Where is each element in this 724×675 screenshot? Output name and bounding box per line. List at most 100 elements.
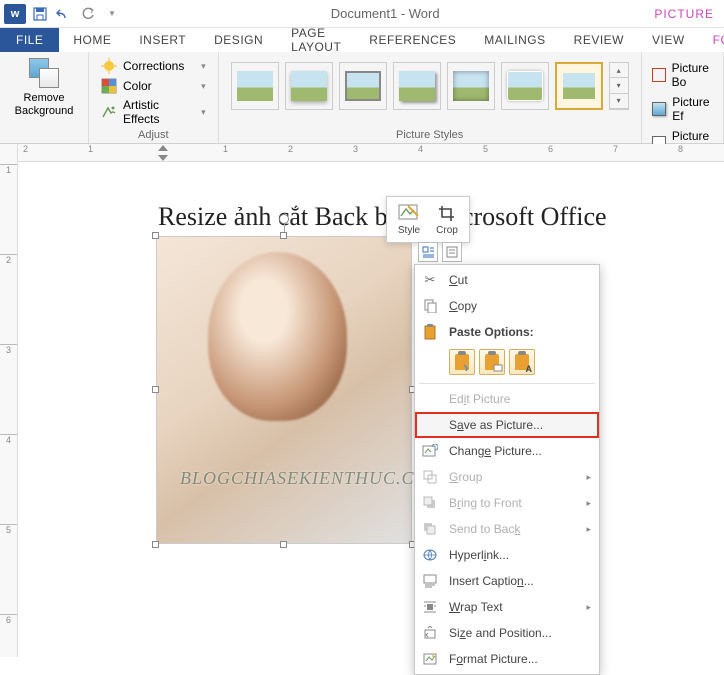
copy-icon xyxy=(421,298,439,314)
resize-handle-bl[interactable] xyxy=(152,541,159,548)
ctx-format-picture[interactable]: Format Picture... xyxy=(415,646,599,672)
paste-icon xyxy=(421,324,439,340)
mini-crop-label: Crop xyxy=(436,225,458,236)
mini-style-label: Style xyxy=(398,225,420,236)
picture-border-label: Picture Bo xyxy=(672,61,713,89)
ribbon: Remove Background Corrections ▾ Color ▾ … xyxy=(0,52,724,144)
picture-style-1[interactable] xyxy=(231,62,279,110)
picture-style-6[interactable] xyxy=(501,62,549,110)
change-picture-icon xyxy=(421,443,439,459)
dropdown-icon: ▾ xyxy=(201,81,206,92)
tab-mailings[interactable]: MAILINGS xyxy=(470,28,559,52)
remove-background-button[interactable]: Remove Background xyxy=(8,56,80,118)
picture-style-5[interactable] xyxy=(447,62,495,110)
tab-file[interactable]: FILE xyxy=(0,28,59,52)
corrections-label: Corrections xyxy=(123,59,184,73)
ctx-wrap-text[interactable]: Wrap Text ▸ xyxy=(415,594,599,620)
picture-effects-icon xyxy=(652,102,667,116)
ctx-copy[interactable]: Copy xyxy=(415,293,599,319)
resize-handle-tl[interactable] xyxy=(152,232,159,239)
bring-front-icon xyxy=(421,495,439,511)
picture-styles-more[interactable]: ▴▾▾ xyxy=(609,62,629,110)
resize-handle-l[interactable] xyxy=(152,386,159,393)
tab-home[interactable]: HOME xyxy=(59,28,125,52)
group-picture-border: Picture Bo Picture Ef Picture La xyxy=(642,52,724,143)
ctx-paste-options: Paste Options: xyxy=(415,319,599,345)
corrections-icon xyxy=(101,58,117,74)
mini-toolbar: Style Crop xyxy=(386,196,470,243)
picture-border-icon xyxy=(652,68,666,82)
paste-keep-source[interactable] xyxy=(449,349,475,375)
ctx-size-position[interactable]: Size and Position... xyxy=(415,620,599,646)
save-as-picture-icon xyxy=(421,417,439,433)
rotate-handle[interactable] xyxy=(279,214,289,224)
ctx-cut[interactable]: ✂ Cut xyxy=(415,267,599,293)
separator xyxy=(419,383,595,384)
group-remove-bg: Remove Background xyxy=(0,52,89,143)
qat-customize-icon[interactable]: ▾ xyxy=(102,4,122,24)
send-back-icon xyxy=(421,521,439,537)
context-menu: ✂ Cut Copy Paste Options: A Edit Picture… xyxy=(414,264,600,675)
paste-keep-text[interactable]: A xyxy=(509,349,535,375)
picture-border-button[interactable]: Picture Bo xyxy=(650,58,715,92)
crop-icon xyxy=(436,203,458,223)
left-margin-indicator[interactable] xyxy=(158,144,168,162)
tab-view[interactable]: VIEW xyxy=(638,28,699,52)
quick-access-toolbar: w ▾ xyxy=(0,4,126,24)
submenu-arrow-icon: ▸ xyxy=(586,524,591,535)
undo-icon[interactable] xyxy=(54,4,74,24)
redo-icon[interactable] xyxy=(78,4,98,24)
dropdown-icon: ▾ xyxy=(201,107,206,118)
picture-effects-button[interactable]: Picture Ef xyxy=(650,92,715,126)
picture-style-2[interactable] xyxy=(285,62,333,110)
tab-design[interactable]: DESIGN xyxy=(200,28,277,52)
artistic-effects-icon xyxy=(101,104,117,120)
cut-icon: ✂ xyxy=(421,272,439,288)
group-adjust: Corrections ▾ Color ▾ Artistic Effects ▾… xyxy=(89,52,219,143)
artistic-effects-button[interactable]: Artistic Effects ▾ xyxy=(97,96,210,128)
ctx-change-picture[interactable]: Change Picture... xyxy=(415,438,599,464)
picture-content xyxy=(156,236,412,544)
group-icon xyxy=(421,469,439,485)
resize-handle-t[interactable] xyxy=(280,232,287,239)
color-label: Color xyxy=(123,79,152,93)
horizontal-ruler[interactable]: 21123456789 xyxy=(18,144,724,162)
picture-style-7-selected[interactable] xyxy=(555,62,603,110)
layout-options-icon[interactable] xyxy=(418,242,438,262)
style-options-icon[interactable] xyxy=(442,242,462,262)
paste-options-row: A xyxy=(415,345,599,381)
tab-insert[interactable]: INSERT xyxy=(125,28,200,52)
hyperlink-icon xyxy=(421,547,439,563)
corrections-button[interactable]: Corrections ▾ xyxy=(97,56,210,76)
save-icon[interactable] xyxy=(30,4,50,24)
ctx-insert-caption[interactable]: Insert Caption... xyxy=(415,568,599,594)
vertical-ruler[interactable]: 123456 xyxy=(0,144,18,657)
mini-style-button[interactable]: Style xyxy=(391,201,427,238)
ctx-save-as-picture[interactable]: Save as Picture... xyxy=(415,412,599,438)
word-app-icon[interactable]: w xyxy=(4,4,26,24)
color-button[interactable]: Color ▾ xyxy=(97,76,210,96)
remove-background-label: Remove Background xyxy=(15,92,74,118)
picture-effects-label: Picture Ef xyxy=(672,95,713,123)
ctx-hyperlink[interactable]: Hyperlink... xyxy=(415,542,599,568)
tab-format[interactable]: FORM xyxy=(699,28,724,52)
style-icon xyxy=(398,203,420,223)
mini-crop-button[interactable]: Crop xyxy=(429,201,465,238)
tab-references[interactable]: REFERENCES xyxy=(355,28,470,52)
submenu-arrow-icon: ▸ xyxy=(586,472,591,483)
caption-icon xyxy=(421,573,439,589)
picture-style-3[interactable] xyxy=(339,62,387,110)
paste-options-label: Paste Options: xyxy=(449,325,534,339)
submenu-arrow-icon: ▸ xyxy=(586,498,591,509)
tab-page-layout[interactable]: PAGE LAYOUT xyxy=(277,28,355,52)
picture-tools-label: PICTURE xyxy=(644,7,724,21)
tab-review[interactable]: REVIEW xyxy=(560,28,638,52)
format-picture-icon xyxy=(421,651,439,667)
resize-handle-b[interactable] xyxy=(280,541,287,548)
selected-picture[interactable] xyxy=(156,236,412,544)
ctx-edit-picture: Edit Picture xyxy=(415,386,599,412)
color-icon xyxy=(101,78,117,94)
picture-style-4[interactable] xyxy=(393,62,441,110)
paste-picture[interactable] xyxy=(479,349,505,375)
watermark-text: BLOGCHIASEKIENTHUC.COM xyxy=(180,468,445,489)
